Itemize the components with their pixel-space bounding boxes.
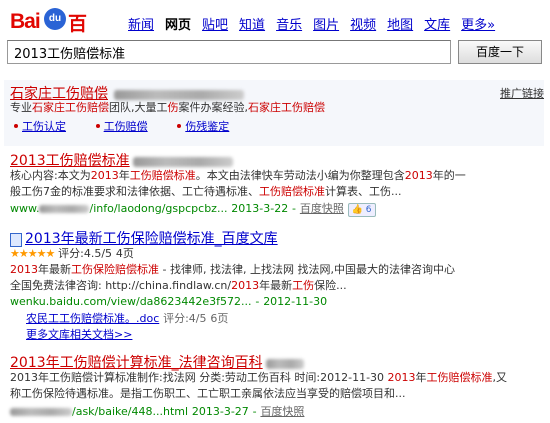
logo-text-bai: Bai [10,10,41,33]
nav-wenku[interactable]: 文库 [424,14,450,33]
redacted-phone [113,89,244,100]
paw-icon: du [44,8,66,30]
redacted-title [266,358,305,369]
nav-zhidao[interactable]: 知道 [239,14,265,33]
result-2-url: wenku.baidu.com/view/da8623442e3f572... [10,295,252,308]
nav-tieba[interactable]: 贴吧 [202,14,228,33]
nav-more[interactable]: 更多» [461,14,495,33]
result-1-title[interactable]: 2013工伤赔偿标准 [10,153,130,169]
result-2-rating-text: 评分:4.5/5 [58,247,113,260]
ad-sublink-2[interactable]: 工伤赔偿 [104,120,148,133]
result-3-meta: /ask/baike/448...html 2013-3-27 - 百度快照 [10,403,304,419]
nav-web: 网页 [165,18,192,33]
search-input[interactable] [7,40,451,64]
result-3-title-row: 2013年工伤赔偿计算标准_法律咨询百科 [10,352,305,372]
result-1-desc-2: 般工伤7金的标准要求和法律依据、工亡待遇标准、工伤赔偿标准计算表、工伤... [10,185,402,198]
ad-sublink-3[interactable]: 伤残鉴定 [185,120,229,133]
result-2-more: 更多文库相关文档>> [26,326,132,342]
bullet-icon [14,123,18,128]
ad-desc: 专业石家庄工伤赔偿团队,大量工伤案件办案经验,石家庄工伤赔偿 [10,101,325,114]
like-count: 6 [365,205,372,215]
nav-music[interactable]: 音乐 [276,14,302,33]
result-1-title-row: 2013工伤赔偿标准 [10,150,234,170]
result-3-title[interactable]: 2013年工伤赔偿计算标准_法律咨询百科 [10,355,263,371]
result-1-date: 2013-3-22 [231,202,289,215]
doc-icon [10,232,22,247]
bullet-icon [177,123,182,128]
star-rating-icon: ★★★★★ [10,247,55,260]
result-2-sub-rating: 评分:4/5 [163,312,207,325]
nav-images[interactable]: 图片 [313,14,339,33]
redacted-url [10,407,72,416]
nav-video[interactable]: 视频 [350,14,376,33]
result-3-snapshot[interactable]: 百度快照 [260,405,304,418]
like-button[interactable]: 👍 6 [347,203,376,217]
ad-sublink-1[interactable]: 工伤认定 [22,120,66,133]
search-button[interactable]: 百度一下 [458,40,542,64]
result-2-sub: 农民工工伤赔偿标准。.doc 评分:4/5 6页 [26,310,228,327]
result-2-sub-pages: 6页 [210,312,229,325]
bullet-icon [95,123,100,128]
result-3-desc-1: 2013年工伤赔偿计算标准制作:找法网 分类:劳动工伤百科 时间:2012-11… [10,371,508,384]
result-2-pages: 4页 [115,247,134,260]
top-nav: 新闻 网页 贴吧 知道 音乐 图片 视频 地图 文库 更多» [128,14,495,33]
result-2-title[interactable]: 2013年最新工伤保险赔偿标准_百度文库 [25,231,278,247]
promo-label[interactable]: 推广链接 [500,85,544,101]
wenku-more-link[interactable]: 更多文库相关文档>> [26,328,132,341]
result-1-snapshot[interactable]: 百度快照 [300,202,344,215]
baidu-logo[interactable]: Bai du 百度 [10,8,102,62]
result-2-meta: wenku.baidu.com/view/da8623442e3f572... … [10,295,328,308]
redacted-url [39,204,90,213]
result-1-meta: www./info/laodong/gspcpcbz... 2013-3-22 … [10,200,376,217]
result-3-desc-2: 称工伤保险待遇标准。是指工伤职工、工亡职工亲属依法应当享受的赔偿项目和... [10,387,406,400]
ad-sublinks: 工伤认定 工伤赔偿 伤残鉴定 [14,118,229,134]
redacted-title [133,156,234,167]
result-2-title-row: 2013年最新工伤保险赔偿标准_百度文库 [10,228,278,248]
result-1-desc-1: 核心内容:本文为2013年工伤赔偿标准。本文由法律快车劳动法小编为你整理包含20… [10,169,466,182]
nav-news[interactable]: 新闻 [128,14,154,33]
result-1-url: /info/laodong/gspcpcbz... [89,202,228,215]
result-2-date: 2012-11-30 [263,295,328,308]
result-3-date: 2013-3-27 [191,405,249,418]
result-3-url: /ask/baike/448...html [72,405,189,418]
result-2-desc-1: 2013年最新工伤保险赔偿标准 - 找律师, 找法律, 上找法网 找法网,中国最… [10,263,455,276]
nav-map[interactable]: 地图 [387,14,413,33]
result-2-desc-2: 全国免费法律咨询: http://china.findlaw.cn/2013年最… [10,279,347,292]
result-2-sub-title[interactable]: 农民工工伤赔偿标准。.doc [26,312,159,325]
result-2-rating: ★★★★★ 评分:4.5/5 4页 [10,246,134,262]
